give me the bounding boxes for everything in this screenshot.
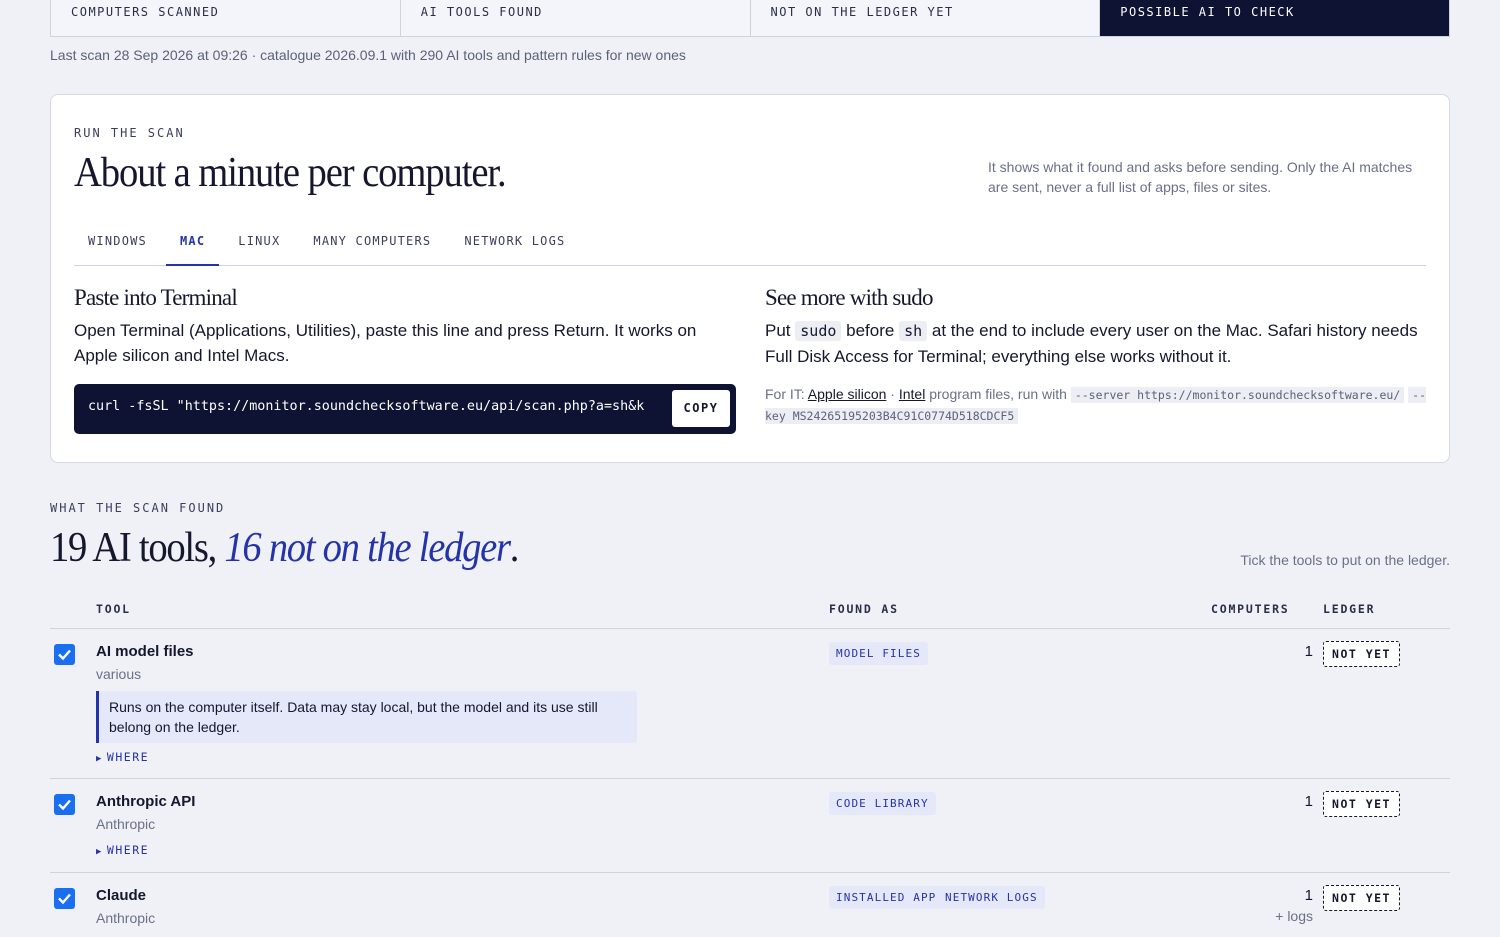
col-tool: TOOL	[96, 602, 131, 616]
computers-count: 1	[1304, 643, 1313, 660]
it-middle: program files, run with	[929, 386, 1067, 402]
caret-right-icon: ▶	[96, 754, 103, 764]
computers-count: 1	[1304, 793, 1313, 810]
sudo-code: sudo	[795, 321, 842, 341]
tool-checkbox[interactable]	[54, 644, 75, 665]
col-found-as: FOUND AS	[829, 602, 899, 616]
os-tabs: WINDOWS MAC LINUX MANY COMPUTERS NETWORK…	[74, 225, 1426, 266]
tab-many-computers[interactable]: MANY COMPUTERS	[299, 225, 445, 266]
table-row: AI model files various Runs on the compu…	[50, 629, 1450, 779]
found-as-chip: CODE LIBRARY	[829, 792, 936, 815]
command-box[interactable]: curl -fsSL "https://monitor.soundcheckso…	[74, 384, 736, 434]
tool-checkbox[interactable]	[54, 888, 75, 909]
tool-vendor: various	[96, 666, 142, 682]
stat-label: POSSIBLE AI TO CHECK	[1120, 5, 1295, 19]
sudo-body: Put sudo before sh at the end to include…	[765, 318, 1430, 369]
sudo-heading: See more with sudo	[765, 285, 933, 310]
found-title: 19 AI tools, 16 not on the ledger.	[50, 524, 520, 572]
table-row: Claude Anthropic INSTALLED APP NETWORK L…	[50, 873, 1450, 937]
check-icon	[58, 799, 71, 811]
paste-heading: Paste into Terminal	[74, 285, 238, 310]
check-icon	[58, 649, 71, 661]
found-as-chip: NETWORK LOGS	[938, 886, 1045, 909]
found-title-end: .	[509, 525, 520, 571]
found-as-chip: MODEL FILES	[829, 642, 928, 665]
tool-name: AI model files	[96, 643, 194, 660]
table-header: TOOL FOUND AS COMPUTERS LEDGER	[50, 600, 1450, 629]
found-as-chip: INSTALLED APP	[829, 886, 944, 909]
stat-label: NOT ON THE LEDGER YET	[770, 5, 954, 19]
it-prefix: For IT:	[765, 386, 805, 402]
ledger-status[interactable]: NOT YET	[1323, 791, 1400, 817]
tool-vendor: Anthropic	[96, 816, 156, 832]
sudo-text: Put	[765, 321, 791, 340]
sudo-text: before	[846, 321, 895, 340]
tab-network-logs[interactable]: NETWORK LOGS	[450, 225, 579, 266]
command-text[interactable]: curl -fsSL "https://monitor.soundcheckso…	[88, 399, 668, 414]
stat-not-on-ledger[interactable]: NOT ON THE LEDGER YET	[751, 0, 1101, 36]
computers-note: + logs	[1275, 908, 1313, 924]
found-hint: Tick the tools to put on the ledger.	[1240, 552, 1450, 568]
tool-name: Anthropic API	[96, 793, 196, 810]
paste-body: Open Terminal (Applications, Utilities),…	[74, 321, 697, 365]
tab-linux[interactable]: LINUX	[224, 225, 294, 266]
col-ledger: LEDGER	[1323, 602, 1376, 616]
it-sep: ·	[890, 386, 895, 402]
run-title: About a minute per computer.	[74, 150, 507, 196]
run-scan-card: RUN THE SCAN About a minute per computer…	[50, 94, 1450, 463]
caret-right-icon: ▶	[96, 847, 103, 857]
scan-meta: Last scan 28 Sep 2026 at 09:26 · catalog…	[50, 47, 686, 63]
ledger-status[interactable]: NOT YET	[1323, 885, 1400, 911]
stat-label: AI TOOLS FOUND	[420, 5, 543, 19]
run-note: It shows what it found and asks before s…	[988, 159, 1413, 195]
where-toggle[interactable]: ▶ WHERE	[96, 750, 149, 764]
tool-checkbox[interactable]	[54, 794, 75, 815]
tab-mac[interactable]: MAC	[165, 225, 220, 266]
found-eyebrow: WHAT THE SCAN FOUND	[50, 501, 226, 515]
tool-callout: Runs on the computer itself. Data may st…	[96, 691, 637, 743]
stat-label: COMPUTERS SCANNED	[71, 5, 220, 19]
sh-code: sh	[899, 321, 928, 341]
it-instructions: For IT: Apple silicon · Intel program fi…	[765, 384, 1430, 426]
found-title-emphasis: 16 not on the ledger	[224, 525, 511, 571]
where-toggle[interactable]: ▶ WHERE	[96, 843, 149, 857]
tool-name: Claude	[96, 887, 147, 904]
run-eyebrow: RUN THE SCAN	[74, 126, 185, 140]
ledger-status[interactable]: NOT YET	[1323, 641, 1400, 667]
stats-strip: COMPUTERS SCANNED AI TOOLS FOUND NOT ON …	[50, 0, 1450, 37]
table-row: Anthropic API Anthropic ▶ WHERE CODE LIBR…	[50, 779, 1450, 873]
tab-windows[interactable]: WINDOWS	[74, 225, 161, 266]
found-title-plain: 19 AI tools,	[50, 525, 225, 571]
intel-link[interactable]: Intel	[899, 386, 925, 402]
apple-silicon-link[interactable]: Apple silicon	[808, 386, 887, 402]
where-label: WHERE	[106, 843, 150, 857]
stat-ai-tools-found[interactable]: AI TOOLS FOUND	[401, 0, 751, 36]
server-code: --server https://monitor.soundchecksoftw…	[1070, 387, 1405, 403]
copy-button[interactable]: COPY	[672, 390, 730, 427]
stat-possible-ai[interactable]: POSSIBLE AI TO CHECK	[1100, 0, 1449, 36]
check-icon	[58, 893, 71, 905]
computers-count: 1	[1304, 887, 1313, 904]
col-computers: COMPUTERS	[1211, 602, 1290, 616]
where-label: WHERE	[106, 750, 150, 764]
stat-computers-scanned[interactable]: COMPUTERS SCANNED	[51, 0, 401, 36]
tool-vendor: Anthropic	[96, 910, 156, 926]
